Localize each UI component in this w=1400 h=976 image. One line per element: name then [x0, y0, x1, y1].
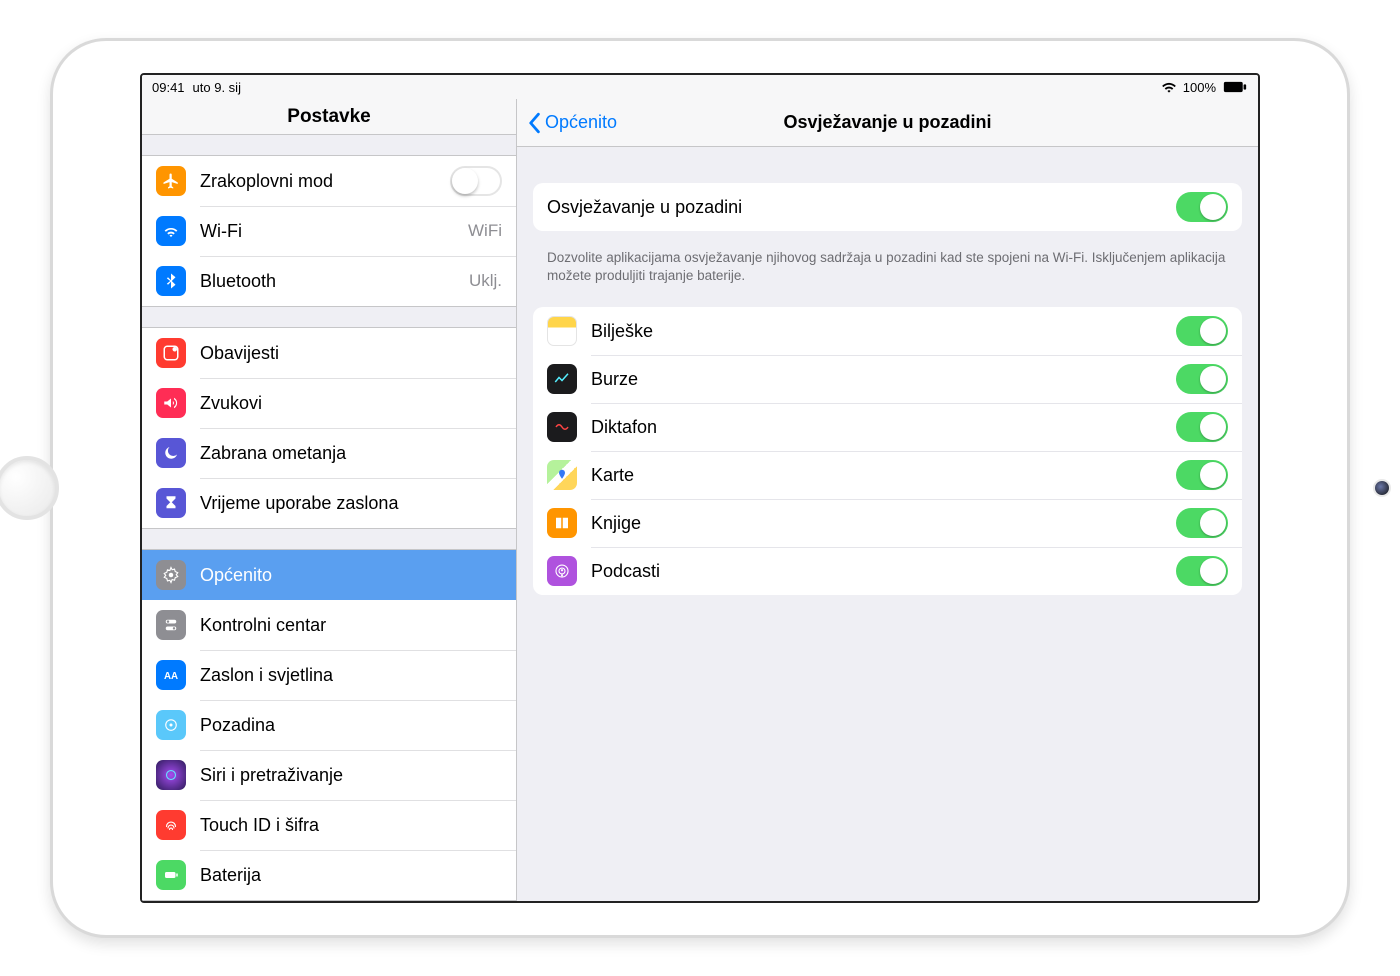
switches-icon — [156, 610, 186, 640]
app-label-voice-memos: Diktafon — [591, 417, 1176, 438]
app-label-books: Knjige — [591, 513, 1176, 534]
wifi-label: Wi-Fi — [200, 221, 468, 242]
sidebar-item-wallpaper[interactable]: Pozadina — [142, 700, 516, 750]
wifi-value: WiFi — [468, 221, 502, 241]
toggle-stocks[interactable] — [1176, 364, 1228, 394]
bluetooth-value: Uklj. — [469, 271, 502, 291]
touchid-label: Touch ID i šifra — [200, 815, 516, 836]
sidebar-group-system: Općenito Kontrolni centar AA Zaslon i sv… — [142, 549, 516, 901]
app-row-maps[interactable]: Karte — [533, 451, 1242, 499]
podcasts-app-icon — [547, 556, 577, 586]
control-center-label: Kontrolni centar — [200, 615, 516, 636]
sidebar-item-sounds[interactable]: Zvukovi — [142, 378, 516, 428]
books-app-icon — [547, 508, 577, 538]
app-label-notes: Bilješke — [591, 321, 1176, 342]
sidebar-title: Postavke — [142, 99, 516, 135]
app-row-stocks[interactable]: Burze — [533, 355, 1242, 403]
app-label-maps: Karte — [591, 465, 1176, 486]
detail-pane: Općenito Osvježavanje u pozadini Osvježa… — [517, 99, 1258, 901]
bluetooth-icon — [156, 266, 186, 296]
airplane-icon — [156, 166, 186, 196]
toggle-books[interactable] — [1176, 508, 1228, 538]
voice-memos-app-icon — [547, 412, 577, 442]
sidebar-item-notifications[interactable]: Obavijesti — [142, 328, 516, 378]
display-label: Zaslon i svjetlina — [200, 665, 516, 686]
svg-text:AA: AA — [164, 671, 178, 682]
wallpaper-icon — [156, 710, 186, 740]
screentime-label: Vrijeme uporabe zaslona — [200, 493, 516, 514]
master-toggle-label: Osvježavanje u pozadini — [547, 197, 1176, 218]
sidebar-group-alerts: Obavijesti Zvukovi Zabrana ometanja Vrij… — [142, 327, 516, 529]
detail-title: Osvježavanje u pozadini — [783, 112, 991, 133]
section-footer-text: Dozvolite aplikacijama osvježavanje njih… — [517, 241, 1258, 285]
sidebar-item-control-center[interactable]: Kontrolni centar — [142, 600, 516, 650]
battery-percent: 100% — [1183, 80, 1216, 95]
app-list-section: Bilješke Burze Diktafon — [533, 307, 1242, 595]
toggle-podcasts[interactable] — [1176, 556, 1228, 586]
notes-app-icon — [547, 316, 577, 346]
siri-label: Siri i pretraživanje — [200, 765, 516, 786]
battery-icon — [1222, 81, 1248, 93]
app-row-books[interactable]: Knjige — [533, 499, 1242, 547]
detail-navbar: Općenito Osvježavanje u pozadini — [517, 99, 1258, 147]
sidebar-item-wifi[interactable]: Wi-Fi WiFi — [142, 206, 516, 256]
wifi-settings-icon — [156, 216, 186, 246]
general-label: Općenito — [200, 565, 516, 586]
notifications-icon — [156, 338, 186, 368]
toggle-voice-memos[interactable] — [1176, 412, 1228, 442]
chevron-left-icon — [527, 112, 541, 134]
sounds-icon — [156, 388, 186, 418]
app-label-podcasts: Podcasti — [591, 561, 1176, 582]
sounds-label: Zvukovi — [200, 393, 516, 414]
toggle-maps[interactable] — [1176, 460, 1228, 490]
sidebar-group-connectivity: Zrakoplovni mod Wi-Fi WiFi Bluetooth Ukl… — [142, 155, 516, 307]
sidebar-item-bluetooth[interactable]: Bluetooth Uklj. — [142, 256, 516, 306]
back-label: Općenito — [545, 112, 617, 133]
sidebar-item-siri[interactable]: Siri i pretraživanje — [142, 750, 516, 800]
master-toggle-row[interactable]: Osvježavanje u pozadini — [533, 183, 1242, 231]
airplane-toggle[interactable] — [450, 166, 502, 196]
master-toggle-section: Osvježavanje u pozadini — [533, 183, 1242, 231]
dnd-label: Zabrana ometanja — [200, 443, 516, 464]
status-date: uto 9. sij — [193, 80, 241, 95]
sidebar-item-display[interactable]: AA Zaslon i svjetlina — [142, 650, 516, 700]
sidebar-item-touchid[interactable]: Touch ID i šifra — [142, 800, 516, 850]
airplane-label: Zrakoplovni mod — [200, 171, 450, 192]
display-icon: AA — [156, 660, 186, 690]
wallpaper-label: Pozadina — [200, 715, 516, 736]
screen: 09:41 uto 9. sij 100% Postavke Z — [140, 73, 1260, 903]
front-camera — [1375, 481, 1389, 495]
app-row-podcasts[interactable]: Podcasti — [533, 547, 1242, 595]
gear-icon — [156, 560, 186, 590]
battery-settings-icon — [156, 860, 186, 890]
fingerprint-icon — [156, 810, 186, 840]
toggle-notes[interactable] — [1176, 316, 1228, 346]
battery-label: Baterija — [200, 865, 516, 886]
wifi-icon — [1161, 81, 1177, 93]
app-row-notes[interactable]: Bilješke — [533, 307, 1242, 355]
status-time: 09:41 — [152, 80, 185, 95]
master-toggle[interactable] — [1176, 192, 1228, 222]
back-button[interactable]: Općenito — [527, 112, 617, 134]
moon-icon — [156, 438, 186, 468]
maps-app-icon — [547, 460, 577, 490]
hourglass-icon — [156, 488, 186, 518]
settings-sidebar: Postavke Zrakoplovni mod Wi-Fi WiFi — [142, 99, 517, 901]
sidebar-item-screentime[interactable]: Vrijeme uporabe zaslona — [142, 478, 516, 528]
sidebar-item-general[interactable]: Općenito — [142, 550, 516, 600]
bluetooth-label: Bluetooth — [200, 271, 469, 292]
sidebar-item-airplane-mode[interactable]: Zrakoplovni mod — [142, 156, 516, 206]
sidebar-item-dnd[interactable]: Zabrana ometanja — [142, 428, 516, 478]
notifications-label: Obavijesti — [200, 343, 516, 364]
app-label-stocks: Burze — [591, 369, 1176, 390]
home-button[interactable] — [0, 456, 59, 520]
sidebar-item-battery[interactable]: Baterija — [142, 850, 516, 900]
stocks-app-icon — [547, 364, 577, 394]
status-bar: 09:41 uto 9. sij 100% — [142, 75, 1258, 99]
siri-icon — [156, 760, 186, 790]
app-row-voice-memos[interactable]: Diktafon — [533, 403, 1242, 451]
ipad-device-frame: 09:41 uto 9. sij 100% Postavke Z — [50, 38, 1350, 938]
